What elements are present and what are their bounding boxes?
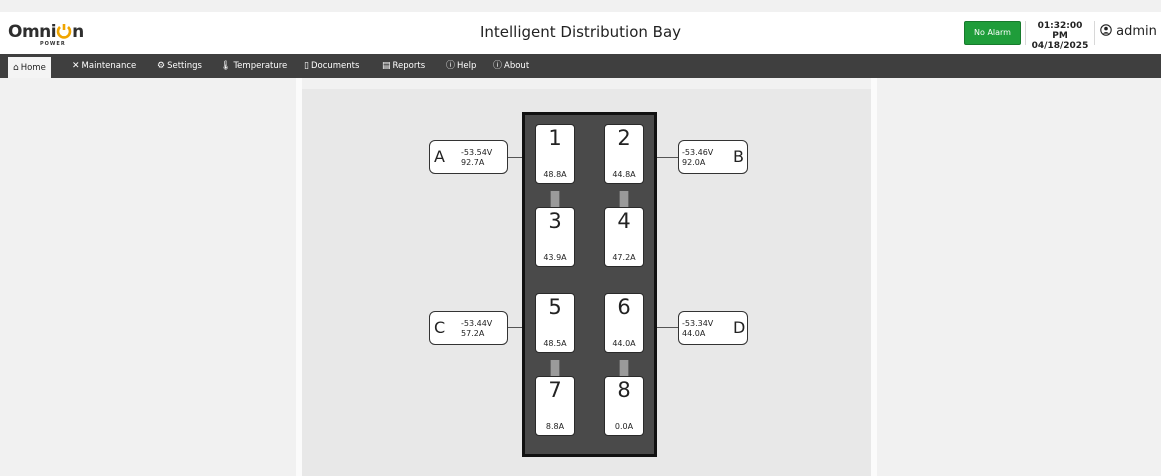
bus-b-values: -53.46V 92.0A: [682, 148, 713, 168]
breaker-4[interactable]: 4 47.2A: [604, 207, 644, 267]
nav-about-label: About: [504, 61, 530, 71]
nav-reports-label: Reports: [392, 61, 426, 71]
breaker-number: 2: [617, 126, 631, 150]
bus-c-box[interactable]: C -53.44V 57.2A: [429, 311, 508, 345]
bus-a-box[interactable]: A -53.54V 92.7A: [429, 140, 508, 174]
bus-d-current: 44.0A: [682, 329, 706, 338]
nav-home[interactable]: ⌂ Home: [8, 57, 51, 78]
bus-d-voltage: -53.34V: [682, 319, 714, 328]
bus-b-current: 92.0A: [682, 158, 706, 167]
nav-about[interactable]: ⓘ About: [493, 54, 529, 78]
breaker-current: 48.8A: [543, 170, 567, 179]
bus-c-voltage: -53.44V: [461, 319, 493, 328]
panel-border-right: [871, 78, 877, 476]
logo-subtitle: POWER: [40, 41, 66, 47]
breaker-current: 0.0A: [614, 422, 634, 431]
bus-d-wire: [654, 327, 678, 328]
user-icon: [1100, 24, 1112, 36]
nav-settings[interactable]: ⚙ Settings: [157, 54, 202, 78]
main-nav: ⌂ Home ✕ Maintenance ⚙ Settings 🌡 Temperatur…: [0, 54, 1161, 78]
nav-maintenance-label: Maintenance: [81, 61, 137, 71]
breaker-7[interactable]: 7 8.8A: [535, 376, 575, 436]
bus-d-box[interactable]: -53.34V 44.0A D: [678, 311, 748, 345]
breaker-current: 44.8A: [612, 170, 636, 179]
breaker-link-6-8: [619, 360, 629, 376]
nav-settings-label: Settings: [167, 61, 202, 71]
breaker-number: 6: [617, 295, 631, 319]
nav-documents-label: Documents: [310, 61, 360, 71]
header-divider: [1094, 21, 1095, 45]
bus-c-current: 57.2A: [461, 329, 485, 338]
bus-a-values: -53.54V 92.7A: [461, 148, 492, 168]
distribution-bay: 1 48.8A 2 44.8A 3 43.9A 4 47.2A 5 48.5A …: [522, 112, 657, 457]
breaker-link-2-4: [619, 191, 629, 207]
bus-c-label: C: [434, 318, 446, 337]
help-icon: ⓘ: [446, 61, 456, 71]
nav-maintenance[interactable]: ✕ Maintenance: [72, 54, 136, 78]
bus-b-label: B: [733, 147, 744, 166]
breaker-number: 8: [617, 378, 631, 402]
tools-icon: ✕: [72, 61, 80, 71]
datetime-display: 01:32:00 PM 04/18/2025: [1030, 21, 1090, 51]
user-menu[interactable]: admin ▼: [1100, 24, 1161, 39]
breaker-link-5-7: [550, 360, 560, 376]
breaker-number: 5: [548, 295, 562, 319]
nav-help-label: Help: [457, 61, 477, 71]
home-icon: ⌂: [13, 63, 19, 73]
nav-temperature-label: Temperature: [233, 61, 288, 71]
breaker-link-1-3: [550, 191, 560, 207]
nav-temperature[interactable]: 🌡 Temperature: [220, 54, 287, 78]
bus-c-values: -53.44V 57.2A: [461, 319, 492, 339]
alarm-status-button[interactable]: No Alarm: [964, 21, 1021, 45]
breaker-current: 48.5A: [543, 339, 567, 348]
thermometer-icon: 🌡: [220, 61, 232, 71]
breaker-number: 3: [548, 209, 562, 233]
current-time: 01:32:00 PM: [1037, 21, 1083, 41]
breaker-1[interactable]: 1 48.8A: [535, 124, 575, 184]
header-divider: [1025, 21, 1026, 45]
bus-a-voltage: -53.54V: [461, 148, 493, 157]
bus-b-voltage: -53.46V: [682, 148, 714, 157]
breaker-current: 47.2A: [612, 253, 636, 262]
breaker-8[interactable]: 8 0.0A: [604, 376, 644, 436]
nav-home-label: Home: [20, 63, 46, 73]
breaker-current: 44.0A: [612, 339, 636, 348]
bus-b-wire: [654, 157, 678, 158]
breaker-number: 1: [548, 126, 562, 150]
breaker-6[interactable]: 6 44.0A: [604, 293, 644, 353]
breaker-2[interactable]: 2 44.8A: [604, 124, 644, 184]
breaker-5[interactable]: 5 48.5A: [535, 293, 575, 353]
current-date: 04/18/2025: [1031, 41, 1089, 51]
gear-icon: ⚙: [157, 61, 166, 71]
nav-documents[interactable]: ▯ Documents: [304, 54, 359, 78]
breaker-current: 8.8A: [545, 422, 565, 431]
bus-a-label: A: [434, 147, 445, 166]
bus-d-values: -53.34V 44.0A: [682, 319, 713, 339]
user-name: admin: [1116, 24, 1157, 39]
breaker-number: 7: [548, 378, 562, 402]
info-icon: ⓘ: [493, 61, 503, 71]
bus-a-current: 92.7A: [461, 158, 485, 167]
breaker-number: 4: [617, 209, 631, 233]
breaker-3[interactable]: 3 43.9A: [535, 207, 575, 267]
nav-reports[interactable]: ▤ Reports: [382, 54, 425, 78]
breaker-current: 43.9A: [543, 253, 567, 262]
document-icon: ▯: [304, 61, 309, 71]
bus-b-box[interactable]: -53.46V 92.0A B: [678, 140, 748, 174]
app-header: Omni n POWER Intelligent Distribution Bay…: [0, 12, 1161, 54]
nav-help[interactable]: ⓘ Help: [446, 54, 476, 78]
report-icon: ▤: [382, 61, 391, 71]
bus-d-label: D: [733, 318, 746, 337]
